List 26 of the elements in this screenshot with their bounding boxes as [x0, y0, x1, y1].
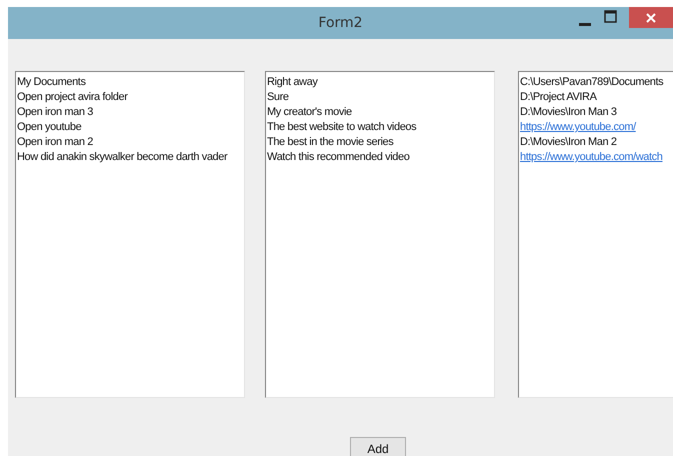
list-item[interactable]: Sure — [267, 90, 494, 105]
link[interactable]: https://www.youtube.com/ — [520, 120, 673, 135]
list-item[interactable]: D:\Movies\Iron Man 3 — [520, 105, 673, 120]
list-item[interactable]: My Documents — [17, 75, 244, 90]
list-item[interactable]: D:\Movies\Iron Man 2 — [520, 135, 673, 150]
list-item[interactable]: Open youtube — [17, 120, 244, 135]
list-item[interactable]: How did anakin skywalker become darth vader — [17, 150, 244, 165]
close-icon — [646, 12, 656, 22]
list-box[interactable]: My Documents Open project avira folder Open iron man 3 Open youtube Open iron man 2 How did anakin skywalker become darth vader — [15, 71, 245, 398]
list-item[interactable]: D:\Project AVIRA — [520, 90, 673, 105]
link[interactable]: https://www.youtube.com/watch — [520, 150, 673, 165]
list-box[interactable]: C:\Users\Pavan789\Documents D:\Project AVIRA D:\Movies\Iron Man 3 https://www.youtube.com/ D:\Movies\Iron Man 2 https://www.youtube.com/watch — [518, 71, 673, 398]
close-button[interactable] — [629, 7, 673, 28]
list-item[interactable]: The best website to watch videos — [267, 120, 494, 135]
list-item[interactable]: Open project avira folder — [17, 90, 244, 105]
window-title: Form2 — [318, 15, 363, 31]
add-button[interactable]: Add — [350, 437, 406, 456]
list-item[interactable]: C:\Users\Pavan789\Documents — [520, 75, 673, 90]
list-box[interactable]: Right away Sure My creator's movie The best website to watch videos The best in the movie series Watch this recommended video — [265, 71, 495, 398]
list-item[interactable]: Open iron man 2 — [17, 135, 244, 150]
list-item[interactable]: Right away — [267, 75, 494, 90]
list-item[interactable]: My creator's movie — [267, 105, 494, 120]
list-item[interactable]: Open iron man 3 — [17, 105, 244, 120]
list-item[interactable]: Watch this recommended video — [267, 150, 494, 165]
maximize-icon[interactable] — [604, 10, 617, 23]
list-item[interactable]: The best in the movie series — [267, 135, 494, 150]
